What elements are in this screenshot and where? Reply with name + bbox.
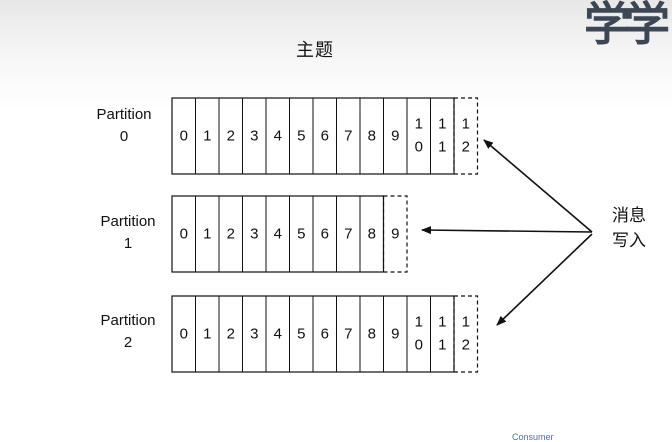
partition-2-offset-1: 1	[203, 326, 211, 343]
partition-2-next-offset-digit-1: 1	[462, 314, 470, 331]
partition-1-offset-6: 6	[321, 226, 329, 243]
partition-2-log: 0 1 2 3 4 5 6 7 8 9101112	[171, 295, 479, 373]
partition-2-offset-11-digit-2: 1	[438, 337, 446, 354]
partition-2-offset-11-digit-1: 1	[438, 314, 446, 331]
partition-0-next-offset-digit-1: 1	[462, 116, 470, 133]
write-arrows	[421, 139, 593, 326]
partition-0-offset-11-digit-2: 1	[438, 139, 446, 156]
message-write-label-line1: 消息	[612, 206, 646, 226]
partition-2-next-offset-digit-2: 2	[462, 337, 470, 354]
partition-0-offset-1: 1	[203, 128, 211, 145]
partition-0-offset-3: 3	[250, 128, 258, 145]
partition-0-offset-10-digit-2: 0	[415, 139, 423, 156]
partition-2-offset-10-digit-2: 0	[415, 337, 423, 354]
partition-0-offset-9: 9	[391, 128, 399, 145]
partition-2-offset-4: 4	[274, 326, 282, 343]
partition-0-offset-2: 2	[227, 128, 235, 145]
partition-1-offset-8: 8	[368, 226, 376, 243]
write-arrow-partition-2	[496, 233, 593, 326]
partition-0-log: 0 1 2 3 4 5 6 7 8 9101112	[171, 97, 479, 175]
partition-0-offset-10-digit-1: 1	[415, 116, 423, 133]
message-write-label: 消息 写入	[612, 204, 652, 254]
partitions-layer: 0 1 2 3 4 5 6 7 8 91011120 1 2 3 4 5 6 7 8 90 1 2 3 4 5 6 7 8 91011…	[171, 97, 479, 373]
partition-1-offset-0: 0	[180, 226, 188, 243]
partition-0-offset-11-digit-1: 1	[438, 116, 446, 133]
partition-0-offset-8: 8	[368, 128, 376, 145]
partition-0-offset-4: 4	[274, 128, 282, 145]
partition-0-offset-0: 0	[180, 128, 188, 145]
partition-1-offset-1: 1	[203, 226, 211, 243]
partition-2-offset-2: 2	[227, 326, 235, 343]
partition-1-offset-7: 7	[344, 226, 352, 243]
message-write-label-line2: 写入	[612, 231, 646, 251]
partition-1-next-offset: 9	[391, 226, 399, 243]
partition-2-offset-0: 0	[180, 326, 188, 343]
partition-2-offset-7: 7	[344, 326, 352, 343]
partition-1-log: 0123456789	[171, 195, 408, 273]
partition-0-next-offset-digit-2: 2	[462, 139, 470, 156]
partition-2-offset-8: 8	[368, 326, 376, 343]
partition-2-offset-6: 6	[321, 326, 329, 343]
partition-0-next-write-slot	[453, 97, 479, 175]
partition-0-offset-6: 6	[321, 128, 329, 145]
partition-2-next-write-slot	[453, 295, 479, 373]
partition-1-offset-4: 4	[274, 226, 282, 243]
partition-log-diagram: 0 1 2 3 4 5 6 7 8 91011120 1 2 3 4 5 6 7 8 90 1 2 3 4 5 6 7 8 91011…	[171, 97, 593, 373]
partition-1-offset-5: 5	[297, 226, 305, 243]
write-arrow-partition-0	[483, 139, 593, 233]
partition-2-offset-10-digit-1: 1	[415, 314, 423, 331]
partition-2-offset-9: 9	[391, 326, 399, 343]
partition-0-offset-5: 5	[297, 128, 305, 145]
partition-2-offset-5: 5	[297, 326, 305, 343]
write-arrow-partition-1	[421, 226, 593, 235]
partition-1-offset-2: 2	[227, 226, 235, 243]
partition-2-offset-3: 3	[250, 326, 258, 343]
partition-1-offset-3: 3	[250, 226, 258, 243]
partition-0-offset-7: 7	[344, 128, 352, 145]
consumer-label: Consumer	[512, 432, 554, 442]
